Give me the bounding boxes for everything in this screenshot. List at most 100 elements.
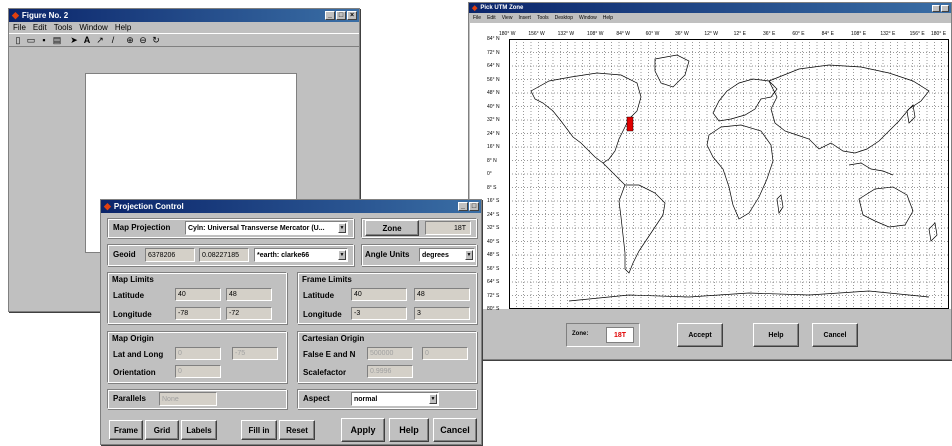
menu-file[interactable]: File: [473, 15, 481, 21]
menu-tools[interactable]: Tools: [537, 15, 549, 21]
text-icon[interactable]: A: [82, 35, 92, 45]
menu-window[interactable]: Window: [579, 15, 597, 21]
frame-lat-max-field[interactable]: 48: [414, 288, 470, 301]
zoom-in-icon[interactable]: ⊕: [125, 35, 135, 46]
fill-in-button[interactable]: Fill in: [241, 420, 277, 440]
help-button[interactable]: Help: [389, 418, 429, 442]
accept-button[interactable]: Accept: [677, 323, 723, 347]
help-button[interactable]: Help: [753, 323, 799, 347]
map-lon-max-field[interactable]: -72: [226, 307, 272, 320]
geoid-label: Geoid: [113, 250, 136, 259]
longitude-tick-label: 132° W: [557, 31, 575, 37]
frame-lon-min-field[interactable]: -3: [351, 307, 407, 320]
zone-field[interactable]: 18T: [425, 221, 471, 235]
lat-and-long-label: Lat and Long: [113, 350, 164, 359]
angle-units-value: degrees: [422, 251, 449, 259]
false-northing-field[interactable]: 0: [422, 347, 468, 360]
menu-view[interactable]: View: [502, 15, 513, 21]
aspect-select[interactable]: normal ▼: [351, 392, 439, 406]
longitude-tick-label: 60° E: [792, 31, 805, 37]
menu-edit[interactable]: Edit: [487, 15, 496, 21]
longitude-tick-label: 12° E: [733, 31, 746, 37]
pointer-icon[interactable]: ➤: [69, 35, 79, 46]
dropdown-arrow-icon: ▼: [338, 250, 346, 260]
utm-titlebar[interactable]: ◆ Pick UTM Zone: [469, 3, 951, 13]
menu-insert[interactable]: Insert: [518, 15, 531, 21]
figure2-title: Figure No. 2: [21, 11, 69, 20]
dropdown-arrow-icon: ▼: [429, 394, 437, 404]
apply-button[interactable]: Apply: [341, 418, 385, 442]
scalefactor-field[interactable]: 0.9996: [367, 365, 413, 378]
projection-titlebar[interactable]: ◆ Projection Control _ □: [101, 200, 481, 213]
menu-window[interactable]: Window: [79, 23, 107, 32]
reset-button[interactable]: Reset: [279, 420, 315, 440]
grid-button[interactable]: Grid: [145, 420, 179, 440]
utm-title: Pick UTM Zone: [480, 5, 524, 11]
zone-value: 18T: [606, 327, 634, 343]
minimize-button[interactable]: [932, 4, 940, 12]
origin-lon-field[interactable]: -75: [232, 347, 278, 360]
frame-lat-min-field[interactable]: 40: [351, 288, 407, 301]
map-lat-min-field[interactable]: 40: [175, 288, 221, 301]
menu-help[interactable]: Help: [115, 23, 131, 32]
close-button[interactable]: ×: [347, 11, 357, 20]
line-icon[interactable]: /: [108, 35, 118, 45]
figure2-titlebar[interactable]: ◆ Figure No. 2 _ □ ×: [9, 9, 359, 22]
minimize-button[interactable]: _: [325, 11, 335, 20]
geoid-semimajor-field[interactable]: 6378206: [145, 248, 195, 262]
geoid-eccentricity-field[interactable]: 0.08227185: [199, 248, 249, 262]
map-lat-max-field[interactable]: 48: [226, 288, 272, 301]
menu-edit[interactable]: Edit: [33, 23, 47, 32]
utm-window: ◆ Pick UTM Zone File Edit View Insert To…: [468, 2, 952, 360]
latitude-tick-label: 72° N: [487, 49, 500, 56]
print-icon[interactable]: ▤: [52, 35, 62, 46]
longitude-tick-label: 108° E: [851, 31, 867, 37]
orientation-field[interactable]: 0: [175, 365, 221, 378]
parallels-field[interactable]: None: [159, 392, 217, 406]
maximize-button[interactable]: □: [469, 202, 479, 211]
latitude-tick-label: 40° N: [487, 103, 500, 110]
latitude-tick-label: 56° N: [487, 76, 500, 83]
menu-file[interactable]: File: [13, 23, 26, 32]
maximize-button[interactable]: □: [336, 11, 346, 20]
zone-label: Zone:: [572, 331, 589, 337]
cancel-button[interactable]: Cancel: [433, 418, 477, 442]
angle-units-select[interactable]: degrees ▼: [419, 248, 475, 262]
origin-lat-field[interactable]: 0: [175, 347, 221, 360]
menu-tools[interactable]: Tools: [54, 23, 73, 32]
geoid-name-value: *earth: clarke66: [257, 251, 310, 259]
map-projection-select[interactable]: Cyln: Universal Transverse Mercator (U..…: [185, 221, 348, 235]
figure2-menubar: File Edit Tools Window Help: [9, 22, 359, 33]
frame-lon-max-field[interactable]: 3: [414, 307, 470, 320]
zoom-out-icon[interactable]: ⊖: [138, 35, 148, 46]
orientation-label: Orientation: [113, 368, 156, 377]
latitude-tick-label: 8° S: [487, 184, 497, 191]
arrow-icon[interactable]: ↗: [95, 35, 105, 46]
longitude-tick-label: 84° W: [616, 31, 630, 37]
latitude-tick-label: 56° S: [487, 265, 500, 272]
longitude-tick-label: 36° E: [763, 31, 776, 37]
frame-button[interactable]: Frame: [109, 420, 143, 440]
rotate-icon[interactable]: ↻: [151, 35, 161, 46]
latitude-tick-label: 64° N: [487, 63, 500, 69]
zone-button[interactable]: Zone: [365, 220, 419, 236]
save-icon[interactable]: ▪: [39, 35, 49, 45]
open-icon[interactable]: ▭: [26, 35, 36, 46]
menu-desktop[interactable]: Desktop: [555, 15, 573, 21]
aspect-label: Aspect: [303, 394, 330, 403]
minimize-button[interactable]: _: [458, 202, 468, 211]
false-easting-field[interactable]: 500000: [367, 347, 413, 360]
latitude-tick-label: 24° S: [487, 211, 500, 218]
maximize-button[interactable]: [941, 4, 949, 12]
false-e-and-n-label: False E and N: [303, 350, 356, 359]
map-latitude-label: Latitude: [113, 291, 145, 300]
new-icon[interactable]: ▯: [13, 35, 23, 46]
cancel-button[interactable]: Cancel: [812, 323, 858, 347]
geoid-select[interactable]: *earth: clarke66 ▼: [254, 248, 348, 262]
labels-button[interactable]: Labels: [181, 420, 217, 440]
map-lon-min-field[interactable]: -78: [175, 307, 221, 320]
dropdown-arrow-icon: ▼: [338, 223, 346, 233]
projection-control-window: ◆ Projection Control _ □ Map Projection …: [100, 199, 482, 445]
utm-map-frame: [509, 39, 949, 309]
menu-help[interactable]: Help: [603, 15, 613, 21]
